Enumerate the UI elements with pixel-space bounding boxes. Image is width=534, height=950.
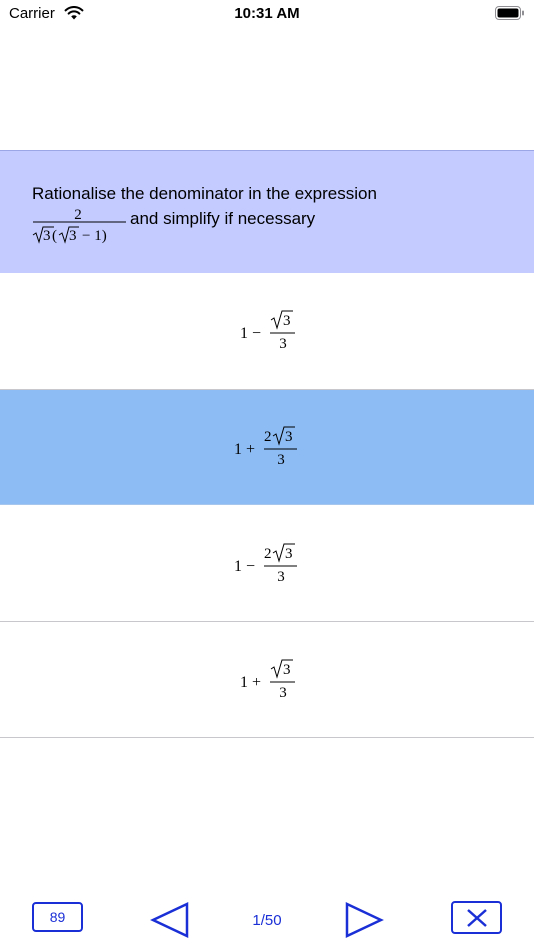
answer-option-3[interactable]: 1 − 2 3 3: [0, 505, 534, 622]
battery-icon: [495, 6, 524, 20]
close-button[interactable]: [451, 901, 502, 934]
answer-lead-3: 1 −: [234, 558, 255, 575]
answer-lead-2: 1 +: [234, 441, 255, 458]
answer-option-1[interactable]: 1 − 3 3: [0, 273, 534, 390]
expr-numerator: 2: [74, 207, 82, 223]
answer-denominator-3: 3: [277, 569, 285, 585]
answer-expression-4: 1 + 3 3: [240, 659, 295, 701]
answer-option-2[interactable]: 1 + 2 3 3: [0, 390, 534, 505]
answer-expression-1: 1 − 3 3: [240, 310, 295, 352]
status-bar: Carrier 10:31 AM: [0, 0, 534, 28]
answer-denominator-4: 3: [279, 685, 287, 701]
answer-coef-2: 2: [264, 429, 272, 445]
question-text: Rationalise the denominator in the expre…: [32, 184, 377, 203]
expr-denominator-rest: − 1): [82, 228, 107, 244]
answer-radicand-2: 3: [285, 429, 293, 445]
question-count-button[interactable]: 89: [32, 902, 83, 932]
expr-paren-open: (: [52, 228, 57, 244]
answer-radicand-3: 3: [285, 546, 293, 562]
answer-coef-3: 2: [264, 546, 272, 562]
answer-denominator-1: 3: [279, 336, 287, 352]
clock: 10:31 AM: [234, 5, 300, 22]
question-tail-text: and simplify if necessary: [130, 209, 316, 228]
answer-expression-3: 1 − 2 3 3: [234, 543, 297, 585]
next-arrow-icon[interactable]: [344, 902, 384, 938]
answer-radicand-1: 3: [283, 313, 291, 329]
answer-lead-4: 1 +: [240, 674, 261, 691]
answer-radicand-4: 3: [283, 662, 291, 678]
answer-option-4[interactable]: 1 + 3 3: [0, 622, 534, 738]
expr-radicand-inner: 3: [69, 228, 77, 244]
close-icon: [467, 909, 487, 927]
question-expression: 2 3 ( 3 − 1): [32, 207, 126, 244]
previous-arrow-icon[interactable]: [150, 902, 190, 938]
page-indicator: 1/50: [252, 912, 282, 929]
answer-denominator-2: 3: [277, 452, 285, 468]
bottom-toolbar: 89 1/50: [0, 890, 534, 950]
expr-radicand-outer: 3: [43, 228, 51, 244]
question-card: Rationalise the denominator in the expre…: [0, 150, 534, 273]
answer-expression-2: 1 + 2 3 3: [234, 426, 297, 468]
answer-lead-1: 1 −: [240, 325, 261, 342]
